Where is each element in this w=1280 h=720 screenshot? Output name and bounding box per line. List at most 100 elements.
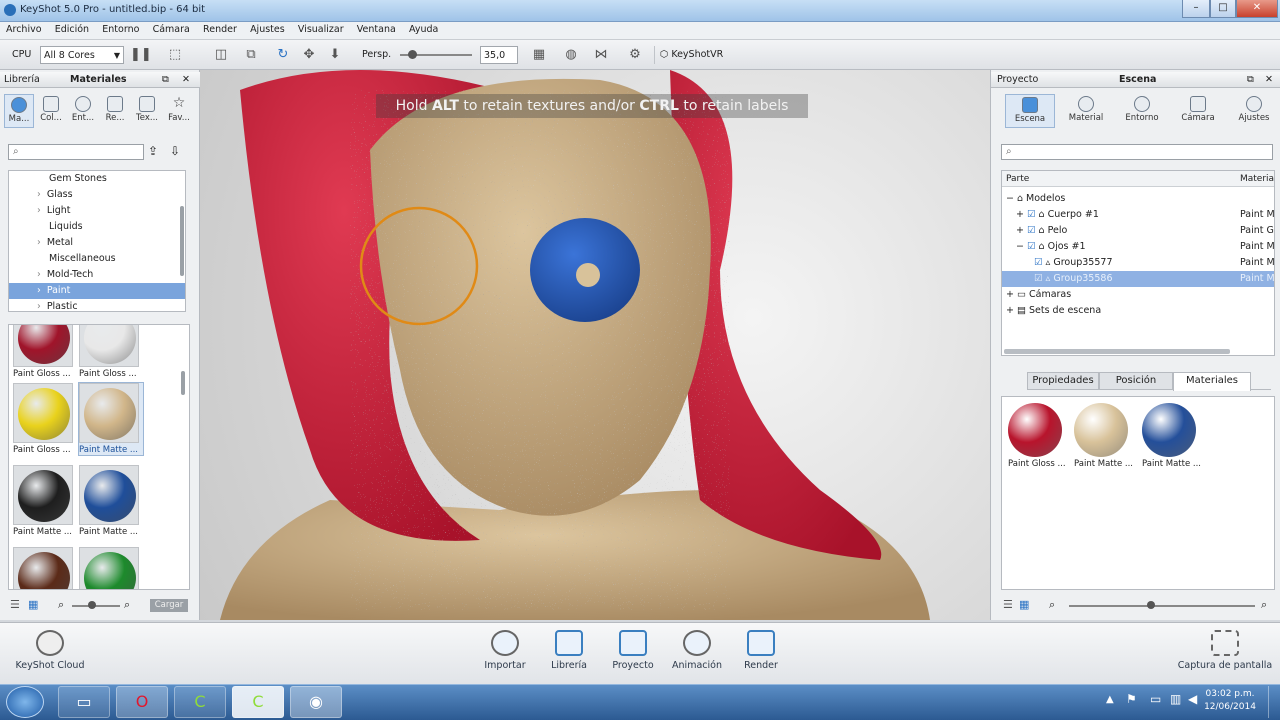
start-button[interactable] bbox=[6, 686, 44, 718]
project-button[interactable]: Proyecto bbox=[604, 630, 662, 671]
battery-icon[interactable]: ▭ bbox=[1150, 692, 1161, 706]
close-icon[interactable]: ✕ bbox=[182, 72, 190, 87]
cpu-select[interactable]: All 8 Cores ▼ bbox=[40, 46, 124, 64]
undock-icon[interactable]: ⧉ bbox=[162, 72, 169, 87]
persp-slider[interactable] bbox=[400, 50, 472, 59]
settings-icon[interactable]: ⚙ bbox=[626, 46, 644, 64]
tab-environment[interactable]: Entorno bbox=[1117, 94, 1167, 128]
arrow-down-icon[interactable]: ⬇ bbox=[326, 46, 344, 64]
scene-material[interactable]: Paint Matte ... bbox=[1074, 403, 1138, 469]
material-thumb[interactable] bbox=[79, 547, 143, 589]
zoom-out-icon[interactable]: ⌕ bbox=[58, 598, 64, 612]
tree-row[interactable]: + ☑ ⌂ Pelo Paint Gl bbox=[1002, 223, 1274, 239]
menu-archivo[interactable]: Archivo bbox=[2, 22, 46, 37]
menu-visualizar[interactable]: Visualizar bbox=[294, 22, 348, 37]
render-button[interactable]: Render bbox=[732, 630, 790, 671]
tree-row[interactable]: − ☑ ⌂ Ojos #1 Paint M bbox=[1002, 239, 1274, 255]
tree-item[interactable]: › Glass bbox=[9, 187, 185, 203]
import-button[interactable]: Importar bbox=[476, 630, 534, 671]
tab-materials[interactable]: Materiales bbox=[1173, 372, 1251, 391]
refresh-icon[interactable]: ↻ bbox=[274, 46, 292, 64]
tree-item[interactable]: Miscellaneous bbox=[9, 251, 185, 267]
menu-ajustes[interactable]: Ajustes bbox=[246, 22, 289, 37]
tree-row[interactable]: ☑ ▵ Group35577 Paint M bbox=[1002, 255, 1274, 271]
keyshotvr-button[interactable]: ⬡ KeyShotVR bbox=[654, 46, 728, 64]
screenshot-icon[interactable]: ◫ bbox=[212, 46, 230, 64]
tab-backplates[interactable]: Re... bbox=[100, 94, 130, 128]
library-button[interactable]: Librería bbox=[540, 630, 598, 671]
grid-view-icon[interactable]: ▦ bbox=[28, 598, 38, 611]
tree-row-scene-sets[interactable]: + ▤ Sets de escena bbox=[1002, 303, 1274, 319]
tab-settings[interactable]: Ajustes bbox=[1229, 94, 1279, 128]
material-thumb[interactable] bbox=[13, 547, 77, 589]
tab-material[interactable]: Material bbox=[1061, 94, 1111, 128]
material-thumb[interactable]: Paint Gloss ... bbox=[13, 383, 77, 455]
material-thumb[interactable]: Paint Gloss ... bbox=[79, 325, 143, 379]
menu-camara[interactable]: Cámara bbox=[149, 22, 194, 37]
scene-search-input[interactable]: ⌕ bbox=[1001, 144, 1273, 160]
material-thumb[interactable]: Paint Gloss ... bbox=[13, 325, 77, 379]
tree-row-models[interactable]: − ⌂ Modelos bbox=[1002, 191, 1274, 207]
tab-materials[interactable]: Ma... bbox=[4, 94, 34, 128]
tree-row-selected[interactable]: ☑ ▵ Group35586 Paint M bbox=[1002, 271, 1274, 287]
close-button[interactable]: ✕ bbox=[1236, 0, 1278, 18]
close-icon[interactable]: ✕ bbox=[1265, 72, 1273, 87]
tray-expand-icon[interactable]: ▲ bbox=[1106, 694, 1114, 705]
tab-position[interactable]: Posición bbox=[1099, 372, 1173, 390]
load-button[interactable]: Cargar bbox=[150, 599, 188, 612]
tree-item[interactable]: Liquids bbox=[9, 219, 185, 235]
tab-colors[interactable]: Col... bbox=[36, 94, 66, 128]
checkbox-checked-icon[interactable]: ☑ bbox=[1027, 241, 1039, 252]
maximize-button[interactable]: □ bbox=[1210, 0, 1236, 18]
tab-libreria[interactable]: Librería bbox=[4, 72, 40, 87]
tab-materiales[interactable]: Materiales bbox=[70, 72, 127, 87]
grid-icon[interactable]: ▦ bbox=[530, 46, 548, 64]
region-render-icon[interactable]: ⬚ bbox=[166, 46, 184, 64]
thumb-size-slider[interactable] bbox=[72, 601, 120, 609]
tree-item-selected[interactable]: › Paint bbox=[9, 283, 185, 299]
menu-render[interactable]: Render bbox=[199, 22, 241, 37]
persp-input[interactable]: 35,0 bbox=[480, 46, 518, 64]
material-size-slider[interactable] bbox=[1069, 601, 1255, 609]
tab-properties[interactable]: Propiedades bbox=[1027, 372, 1099, 390]
upload-icon[interactable]: ⇪ bbox=[148, 144, 158, 158]
tree-row-cameras[interactable]: + ▭ Cámaras bbox=[1002, 287, 1274, 303]
clock[interactable]: 03:02 p.m. 12/06/2014 bbox=[1200, 688, 1260, 714]
tab-camera[interactable]: Cámara bbox=[1173, 94, 1223, 128]
tab-textures[interactable]: Tex... bbox=[132, 94, 162, 128]
material-thumb-selected[interactable]: Paint Matte ... bbox=[78, 382, 144, 456]
tab-environments[interactable]: Ent... bbox=[68, 94, 98, 128]
copy-icon[interactable]: ⧉ bbox=[242, 46, 260, 64]
minimize-button[interactable]: – bbox=[1182, 0, 1210, 18]
material-thumb[interactable]: Paint Matte ... bbox=[13, 465, 77, 537]
keyshot-cloud-button[interactable]: KeyShot Cloud bbox=[10, 630, 90, 671]
screenshot-button[interactable]: Captura de pantalla bbox=[1172, 630, 1278, 671]
tab-favorites[interactable]: ☆ Fav... bbox=[164, 94, 194, 128]
list-view-icon[interactable]: ☰ bbox=[10, 598, 20, 611]
list-view-icon[interactable]: ☰ bbox=[1003, 598, 1013, 611]
tree-item[interactable]: › Plastic bbox=[9, 299, 185, 311]
taskbar-camtasia[interactable]: C bbox=[174, 686, 226, 718]
tree-item[interactable]: › Metal bbox=[9, 235, 185, 251]
bounds-icon[interactable]: ⋈ bbox=[592, 46, 610, 64]
zoom-out-icon[interactable]: ⌕ bbox=[1049, 598, 1055, 612]
move-icon[interactable]: ✥ bbox=[300, 46, 318, 64]
show-desktop-button[interactable] bbox=[1268, 686, 1280, 718]
tree-item[interactable]: › Light bbox=[9, 203, 185, 219]
grid-view-icon[interactable]: ▦ bbox=[1019, 598, 1029, 611]
network-icon[interactable]: ▥ bbox=[1170, 692, 1181, 706]
volume-icon[interactable]: ◀ bbox=[1188, 692, 1197, 706]
taskbar-camtasia-recorder[interactable]: C bbox=[232, 686, 284, 718]
animation-button[interactable]: Animación bbox=[666, 630, 728, 671]
scene-material[interactable]: Paint Matte ... bbox=[1142, 403, 1206, 469]
download-icon[interactable]: ⇩ bbox=[170, 144, 180, 158]
checkbox-checked-icon[interactable]: ☑ bbox=[1034, 273, 1046, 284]
checkbox-checked-icon[interactable]: ☑ bbox=[1034, 257, 1046, 268]
scene-material[interactable]: Paint Gloss ... bbox=[1008, 403, 1068, 469]
tree-row[interactable]: + ☑ ⌂ Cuerpo #1 Paint M bbox=[1002, 207, 1274, 223]
menu-ventana[interactable]: Ventana bbox=[353, 22, 400, 37]
tab-escena[interactable]: Escena bbox=[1119, 72, 1156, 87]
tree-scrollbar[interactable] bbox=[180, 206, 184, 276]
menu-ayuda[interactable]: Ayuda bbox=[405, 22, 442, 37]
checkbox-checked-icon[interactable]: ☑ bbox=[1027, 225, 1039, 236]
